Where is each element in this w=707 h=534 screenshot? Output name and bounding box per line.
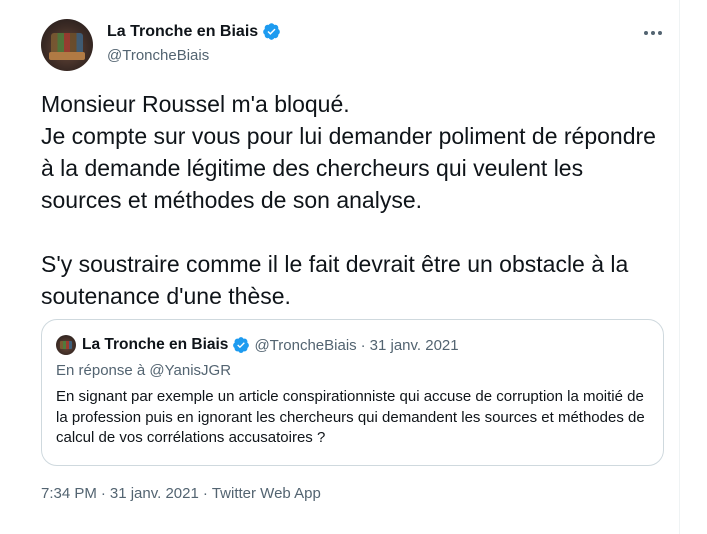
tweet-text: Monsieur Roussel m'a bloqué. Je compte s…: [41, 91, 656, 309]
author-handle[interactable]: @TroncheBiais: [107, 47, 209, 64]
quoted-tweet-date: 31 janv. 2021: [369, 336, 459, 354]
tweet-card: La Tronche en Biais @TroncheBiais Monsie…: [0, 0, 680, 534]
verified-badge-icon: [263, 23, 280, 40]
separator: ·: [100, 485, 106, 502]
tweet-metadata: 7:34 PM · 31 janv. 2021 · Twitter Web Ap…: [41, 485, 321, 502]
quoted-tweet[interactable]: La Tronche en Biais @TroncheBiais · 31 j…: [41, 319, 664, 466]
reply-context: En réponse à @YanisJGR: [56, 362, 231, 379]
reply-mention: @YanisJGR: [149, 362, 232, 379]
quoted-author-name: La Tronche en Biais: [82, 336, 229, 353]
quoted-tweet-text: En signant par exemple un article conspi…: [56, 388, 645, 446]
tweet-date[interactable]: 31 janv. 2021: [110, 485, 199, 502]
quoted-author-avatar: [56, 335, 76, 355]
reply-prefix: En réponse à: [56, 362, 150, 379]
quoted-author-handle: @TroncheBiais: [254, 336, 357, 354]
verified-badge-icon: [233, 337, 250, 353]
separator: ·: [360, 336, 366, 354]
tweet-time[interactable]: 7:34 PM: [41, 485, 97, 502]
author-avatar[interactable]: [41, 19, 93, 71]
tweet-source-link[interactable]: Twitter Web App: [212, 485, 321, 502]
separator: ·: [202, 485, 208, 502]
author-name[interactable]: La Tronche en Biais: [107, 23, 258, 41]
author-name-row[interactable]: La Tronche en Biais: [107, 22, 281, 41]
quoted-tweet-header: La Tronche en Biais @TroncheBiais · 31 j…: [82, 336, 459, 354]
more-options-icon[interactable]: [641, 23, 665, 43]
